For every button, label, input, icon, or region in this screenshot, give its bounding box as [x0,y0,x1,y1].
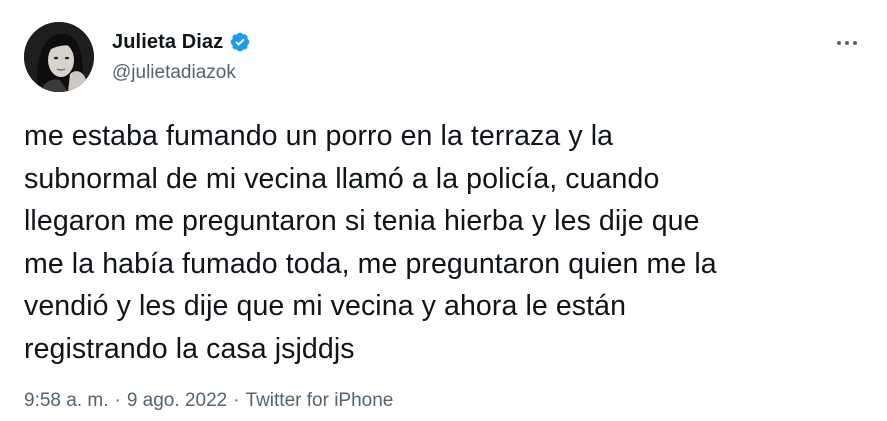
avatar[interactable] [24,22,94,92]
more-options-button[interactable] [827,28,867,58]
tweet-time[interactable]: 9:58 a. m. [24,390,109,412]
tweet-date[interactable]: 9 ago. 2022 [127,390,227,412]
tweet-meta: 9:58 a. m. · 9 ago. 2022 · Twitter for i… [24,390,393,412]
author-name-row[interactable]: Julieta Diaz [112,30,251,54]
author-handle[interactable]: @julietadiazok [112,62,236,84]
tweet-text: me estaba fumando un porro en la terraza… [24,120,717,365]
verified-badge-icon [229,31,251,53]
more-horizontal-icon [837,41,857,45]
tweet-source[interactable]: Twitter for iPhone [246,390,394,412]
meta-separator: · [114,390,121,411]
tweet-card: Julieta Diaz @julietadiazok me estaba fu… [0,0,887,421]
profile-photo-icon [24,22,94,92]
meta-separator: · [233,390,240,411]
author-display-name[interactable]: Julieta Diaz [112,31,223,54]
